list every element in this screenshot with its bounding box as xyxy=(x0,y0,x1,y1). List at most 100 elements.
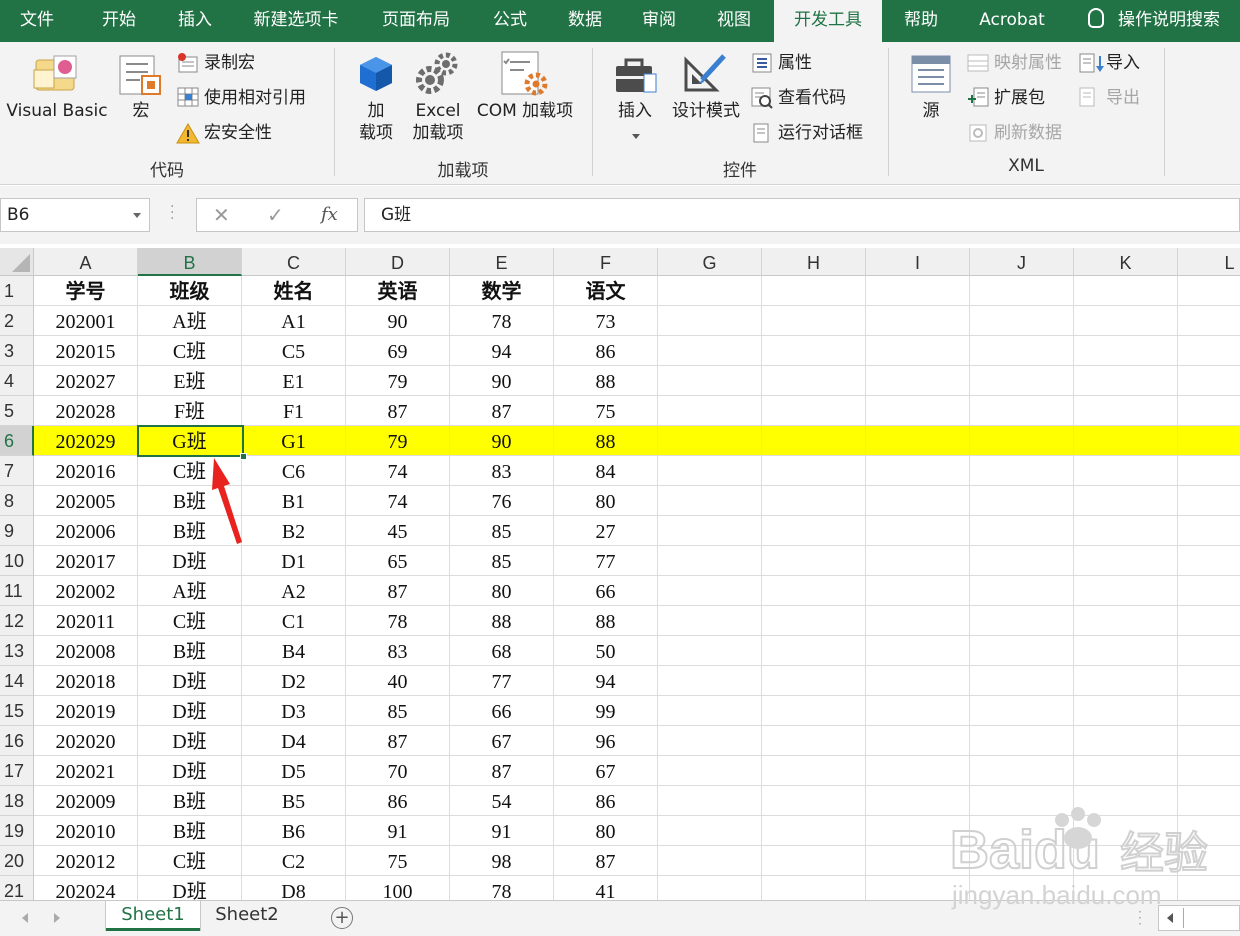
insert-controls-button[interactable]: 插入 xyxy=(612,100,658,122)
tab-page-layout[interactable]: 页面布局 xyxy=(368,0,464,42)
cell-c13[interactable]: B4 xyxy=(242,636,346,666)
cell-g7[interactable] xyxy=(658,456,762,486)
cell-f15[interactable]: 99 xyxy=(554,696,658,726)
cell-a11[interactable]: 202002 xyxy=(34,576,138,606)
select-all-button[interactable] xyxy=(0,248,34,276)
cell-c16[interactable]: D4 xyxy=(242,726,346,756)
cell-h6[interactable] xyxy=(762,426,866,456)
cell-g5[interactable] xyxy=(658,396,762,426)
cell-c4[interactable]: E1 xyxy=(242,366,346,396)
cell-e15[interactable]: 66 xyxy=(450,696,554,726)
cell-c18[interactable]: B5 xyxy=(242,786,346,816)
cell-h21[interactable] xyxy=(762,876,866,900)
row-header-4[interactable]: 4 xyxy=(0,366,34,396)
cell-k10[interactable] xyxy=(1074,546,1178,576)
cell-g14[interactable] xyxy=(658,666,762,696)
tab-new-tab[interactable]: 新建选项卡 xyxy=(238,0,354,42)
cell-j18[interactable] xyxy=(970,786,1074,816)
xml-source-button[interactable]: 源 xyxy=(916,100,946,122)
scrollbar-grip[interactable]: · · · xyxy=(1138,906,1142,930)
cell-a5[interactable]: 202028 xyxy=(34,396,138,426)
tab-formulas[interactable]: 公式 xyxy=(478,0,542,42)
cell-c20[interactable]: C2 xyxy=(242,846,346,876)
cell-c11[interactable]: A2 xyxy=(242,576,346,606)
formula-input[interactable]: G班 xyxy=(364,198,1240,232)
row-header-2[interactable]: 2 xyxy=(0,306,34,336)
cell-l20[interactable] xyxy=(1178,846,1240,876)
cell-b21[interactable]: D班 xyxy=(138,876,242,900)
cell-f18[interactable]: 86 xyxy=(554,786,658,816)
column-header-b[interactable]: B xyxy=(138,248,242,276)
cell-i2[interactable] xyxy=(866,306,970,336)
enter-icon[interactable]: ✓ xyxy=(267,199,284,231)
cell-c15[interactable]: D3 xyxy=(242,696,346,726)
tab-review[interactable]: 审阅 xyxy=(628,0,690,42)
cell-l1[interactable] xyxy=(1178,276,1240,306)
cell-e16[interactable]: 67 xyxy=(450,726,554,756)
insert-function-icon[interactable]: fx xyxy=(321,199,338,231)
cell-k6[interactable] xyxy=(1074,426,1178,456)
cell-e11[interactable]: 80 xyxy=(450,576,554,606)
cell-g4[interactable] xyxy=(658,366,762,396)
cell-d8[interactable]: 74 xyxy=(346,486,450,516)
column-header-k[interactable]: K xyxy=(1074,248,1178,276)
cell-d13[interactable]: 83 xyxy=(346,636,450,666)
row-header-18[interactable]: 18 xyxy=(0,786,34,816)
cell-i8[interactable] xyxy=(866,486,970,516)
cell-i21[interactable] xyxy=(866,876,970,900)
cell-d16[interactable]: 87 xyxy=(346,726,450,756)
cell-a10[interactable]: 202017 xyxy=(34,546,138,576)
tab-help[interactable]: 帮助 xyxy=(892,0,950,42)
cell-g2[interactable] xyxy=(658,306,762,336)
cell-h19[interactable] xyxy=(762,816,866,846)
cell-j12[interactable] xyxy=(970,606,1074,636)
cell-a17[interactable]: 202021 xyxy=(34,756,138,786)
cell-l19[interactable] xyxy=(1178,816,1240,846)
cell-f4[interactable]: 88 xyxy=(554,366,658,396)
cell-j9[interactable] xyxy=(970,516,1074,546)
cell-k13[interactable] xyxy=(1074,636,1178,666)
cell-i16[interactable] xyxy=(866,726,970,756)
cell-d14[interactable]: 40 xyxy=(346,666,450,696)
cell-b20[interactable]: C班 xyxy=(138,846,242,876)
cell-d4[interactable]: 79 xyxy=(346,366,450,396)
cell-e5[interactable]: 87 xyxy=(450,396,554,426)
row-header-8[interactable]: 8 xyxy=(0,486,34,516)
cell-f20[interactable]: 87 xyxy=(554,846,658,876)
record-macro-button[interactable]: 录制宏 xyxy=(204,52,255,74)
cell-d7[interactable]: 74 xyxy=(346,456,450,486)
cell-h15[interactable] xyxy=(762,696,866,726)
cell-j15[interactable] xyxy=(970,696,1074,726)
cell-l3[interactable] xyxy=(1178,336,1240,366)
add-sheet-icon[interactable]: + xyxy=(331,907,353,929)
column-header-c[interactable]: C xyxy=(242,248,346,276)
cell-h2[interactable] xyxy=(762,306,866,336)
cell-c14[interactable]: D2 xyxy=(242,666,346,696)
cell-c6[interactable]: G1 xyxy=(242,426,346,456)
cell-j14[interactable] xyxy=(970,666,1074,696)
macro-security-button[interactable]: 宏安全性 xyxy=(204,122,272,144)
cell-c21[interactable]: D8 xyxy=(242,876,346,900)
cell-b11[interactable]: A班 xyxy=(138,576,242,606)
cell-d5[interactable]: 87 xyxy=(346,396,450,426)
column-header-d[interactable]: D xyxy=(346,248,450,276)
row-header-16[interactable]: 16 xyxy=(0,726,34,756)
cell-f6[interactable]: 88 xyxy=(554,426,658,456)
cell-b3[interactable]: C班 xyxy=(138,336,242,366)
cell-l14[interactable] xyxy=(1178,666,1240,696)
cell-e18[interactable]: 54 xyxy=(450,786,554,816)
cell-h16[interactable] xyxy=(762,726,866,756)
cell-j13[interactable] xyxy=(970,636,1074,666)
formula-bar-grip[interactable]: · · · xyxy=(170,200,174,226)
cell-k4[interactable] xyxy=(1074,366,1178,396)
cell-l8[interactable] xyxy=(1178,486,1240,516)
cell-e9[interactable]: 85 xyxy=(450,516,554,546)
cell-b14[interactable]: D班 xyxy=(138,666,242,696)
cell-d15[interactable]: 85 xyxy=(346,696,450,726)
cell-k1[interactable] xyxy=(1074,276,1178,306)
cell-c5[interactable]: F1 xyxy=(242,396,346,426)
cell-j6[interactable] xyxy=(970,426,1074,456)
cell-a2[interactable]: 202001 xyxy=(34,306,138,336)
column-header-f[interactable]: F xyxy=(554,248,658,276)
chevron-down-icon[interactable] xyxy=(133,213,141,218)
